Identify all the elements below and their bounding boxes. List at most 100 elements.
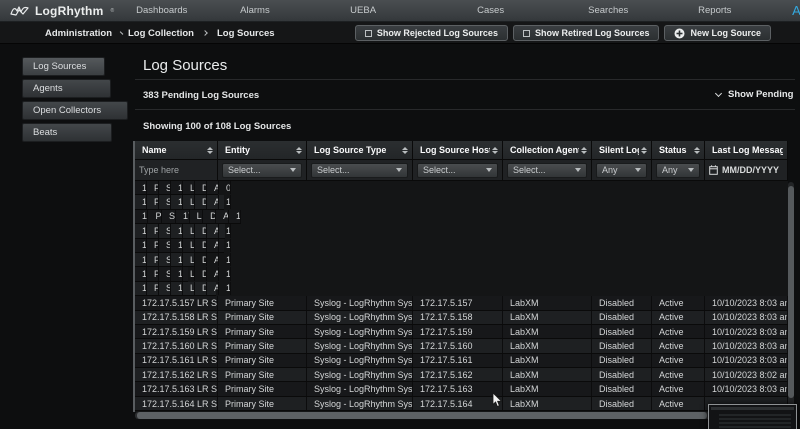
logrhythm-logo[interactable]: LogRhythm® <box>10 4 114 18</box>
vertical-scrollbar[interactable] <box>788 182 794 412</box>
horizontal-scrollbar[interactable] <box>135 412 795 419</box>
cell-name: 172.17.5.161 LR Sysl... <box>135 354 218 367</box>
cell-log-source-type: Syslog - LogRhythm Syslog Ge... <box>307 354 413 367</box>
column-header[interactable]: Log Source Type <box>307 141 413 159</box>
show-retired-log-sources-toggle[interactable]: Show Retired Log Sources <box>513 25 660 41</box>
nav-item[interactable]: Alarms <box>240 5 329 16</box>
checkbox-unchecked-icon[interactable] <box>523 30 530 37</box>
cell-collection-agent: LabXM <box>503 354 592 367</box>
cell-log-source-type: Syslog - LogRhythm Syslog Ge... <box>159 253 171 266</box>
nav-item[interactable]: Searches <box>588 5 677 16</box>
name-filter-input[interactable] <box>139 165 213 175</box>
column-header[interactable]: Log Source Host <box>413 141 503 159</box>
nav-item[interactable]: Cases <box>477 5 567 16</box>
cell-entity: Primary Site <box>218 382 307 395</box>
cell-silent-log-source: Disabled <box>592 397 652 410</box>
table-row[interactable]: 172.17.5.162 LR Sysl... Primary Site Sys… <box>135 368 788 382</box>
last-log-date-filter-cell: MM/DD/YYYY <box>705 160 788 180</box>
log-source-type-filter-cell: Select... <box>307 160 413 180</box>
column-header-label: Collection Agent <box>510 145 579 155</box>
cell-last-log-message: 10/10/2023 8:03 am <box>219 224 231 237</box>
cell-last-log-message: 10/10/2023 8:03 am <box>705 354 788 367</box>
table-row[interactable]: 172.17.5.153 LR Sysl... Primary Site Sys… <box>135 239 224 253</box>
cell-silent-log-source: Disabled <box>592 296 652 309</box>
cell-name: 172.17.5.159 LR Sysl... <box>135 325 218 338</box>
breadcrumb-item: Log Collection <box>128 28 217 39</box>
sort-icon[interactable] <box>694 147 700 154</box>
table-row[interactable]: 172.17.5.157 LR Sysl... Primary Site Sys… <box>135 296 788 310</box>
cell-log-source-host: 172.17.5.159 <box>413 325 503 338</box>
sort-icon[interactable] <box>296 147 302 154</box>
new-log-source-button[interactable]: New Log Source <box>664 25 771 41</box>
thumbnail-line <box>719 422 791 424</box>
sort-icon[interactable] <box>207 147 213 154</box>
table-row[interactable]: 172.17.5.151 LR Sysl... Primary Site Sys… <box>135 210 241 224</box>
table-row[interactable]: 172.17.5.163 LR Sysl... Primary Site Sys… <box>135 382 788 396</box>
nav-item[interactable]: Dashboards <box>136 5 219 16</box>
cell-name: 172.17.5.158 LR Sysl... <box>135 311 218 324</box>
horizontal-scrollbar-thumb[interactable] <box>137 412 707 419</box>
sidebar-item[interactable]: Beats <box>22 123 112 142</box>
sort-icon[interactable] <box>581 147 587 154</box>
table-row[interactable]: 172.17.5.152 LR Sysl... Primary Site Sys… <box>135 224 225 238</box>
status-filter-select[interactable]: Any <box>656 163 700 178</box>
cell-log-source-type: Syslog - LogRhythm Syslog Ge... <box>162 210 176 223</box>
silent-log-filter-select[interactable]: Any <box>596 163 647 178</box>
cell-silent-log-source: Disabled <box>195 239 207 252</box>
primary-nav: Dashboards Alarms UEBA Cases Searches Reports <box>136 5 758 16</box>
table-row[interactable]: 172.17.5.164 LR Sysl... Primary Site Sys… <box>135 397 788 411</box>
sidebar-item[interactable]: Agents <box>22 79 111 98</box>
nav-item[interactable]: Reports <box>698 5 758 16</box>
show-rejected-log-sources-toggle[interactable]: Show Rejected Log Sources <box>355 25 508 41</box>
cell-log-source-host: 172.17.5.160 <box>413 339 503 352</box>
table-row[interactable]: 172.17.5.156 LR Sysl... Primary Site Sys… <box>135 282 216 296</box>
cell-status: Active <box>207 195 219 208</box>
table-row[interactable]: 172.17.5.1 Cisco Swit... Primary Site Sy… <box>135 181 218 195</box>
cell-silent-log-source: Disabled <box>195 267 207 280</box>
table-row[interactable]: 172.17.5.160 LR Sysl... Primary Site Sys… <box>135 339 788 353</box>
table-row[interactable]: 172.17.5.158 LR Sysl... Primary Site Sys… <box>135 311 788 325</box>
sort-icon[interactable] <box>492 147 498 154</box>
cell-status: Active <box>652 325 705 338</box>
table-row[interactable]: 172.17.5.159 LR Sysl... Primary Site Sys… <box>135 325 788 339</box>
sort-icon[interactable] <box>402 147 408 154</box>
log-source-type-filter-select[interactable]: Select... <box>311 163 408 178</box>
select-placeholder: Select... <box>228 165 261 175</box>
sort-icon[interactable] <box>641 147 647 154</box>
column-header[interactable]: Name <box>135 141 218 159</box>
collection-agent-filter-select[interactable]: Select... <box>507 163 587 178</box>
breadcrumb-label[interactable]: Log Collection <box>128 28 194 39</box>
cell-log-source-type: Syslog - LogRhythm Syslog Ge... <box>307 339 413 352</box>
cell-last-log-message: 10/10/2023 8:02 am <box>705 368 788 381</box>
column-header[interactable]: Silent Log S... <box>592 141 652 159</box>
last-log-date-filter[interactable]: MM/DD/YYYY <box>709 165 779 175</box>
nav-item[interactable]: UEBA <box>350 5 456 16</box>
cell-collection-agent: LabXM <box>503 311 592 324</box>
checkbox-unchecked-icon[interactable] <box>365 30 372 37</box>
table-row[interactable]: 172.17.5.161 LR Sysl... Primary Site Sys… <box>135 354 788 368</box>
table-row[interactable]: 172.17.5.154 LR Sysl... Primary Site Sys… <box>135 253 195 267</box>
breadcrumb-label[interactable]: Log Sources <box>217 28 275 39</box>
chevron-down-icon <box>635 168 641 172</box>
cell-collection-agent: LabXM <box>503 296 592 309</box>
cell-collection-agent: LabXM <box>183 195 195 208</box>
table-row[interactable]: 172.17.5.150 LR Sysl... Primary Site Sys… <box>135 195 224 209</box>
entity-filter-select[interactable]: Select... <box>222 163 302 178</box>
column-header[interactable]: Last Log Message <box>705 141 788 159</box>
cell-entity: Primary Site <box>218 339 307 352</box>
sidebar-item[interactable]: Log Sources <box>22 57 105 76</box>
table-row[interactable]: 172.17.5.155 LR Sysl... Primary Site Sys… <box>135 267 188 281</box>
log-source-host-filter-select[interactable]: Select... <box>417 163 498 178</box>
cell-status: Active <box>652 339 705 352</box>
column-header[interactable]: Entity <box>218 141 307 159</box>
nav-item-administration-active[interactable]: Administration <box>792 3 800 18</box>
breadcrumb-label[interactable]: Administration <box>45 28 112 39</box>
cell-last-log-message: 10/10/2023 8:03 am <box>705 325 788 338</box>
cell-status: Active <box>207 267 219 280</box>
sidebar-item[interactable]: Open Collectors <box>22 101 128 120</box>
show-pending-toggle[interactable]: Show Pending <box>716 89 793 100</box>
column-header[interactable]: Status <box>652 141 705 159</box>
column-header[interactable]: Collection Agent <box>503 141 592 159</box>
vertical-scrollbar-thumb[interactable] <box>788 186 794 398</box>
cell-status: Active <box>207 282 219 295</box>
